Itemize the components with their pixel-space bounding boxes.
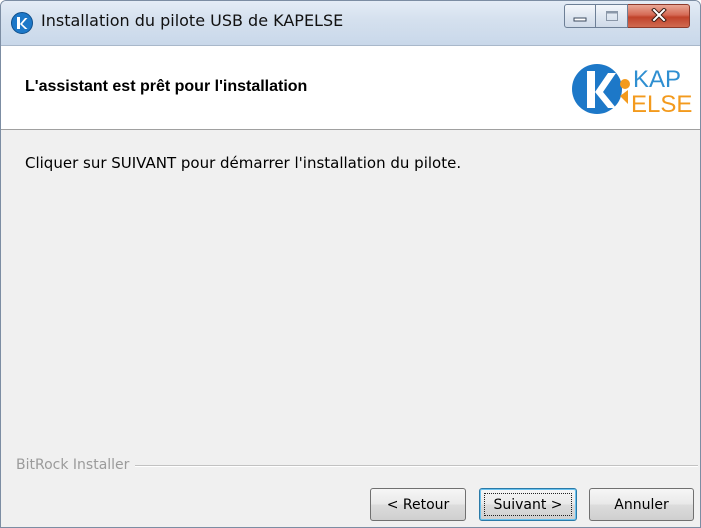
kapelse-app-icon — [11, 12, 33, 34]
window-title: Installation du pilote USB de KAPELSE — [41, 11, 344, 30]
maximize-icon — [605, 7, 619, 26]
wizard-header: L'assistant est prêt pour l'installation… — [1, 46, 700, 130]
title-bar[interactable]: Installation du pilote USB de KAPELSE — [1, 1, 700, 46]
next-button[interactable]: Suivant > — [479, 488, 577, 521]
kapelse-logo: KAP ELSE — [568, 56, 698, 122]
installer-separator: BitRock Installer — [16, 457, 698, 473]
logo-text-else: ELSE — [631, 91, 692, 118]
logo-text-kap: KAP — [633, 66, 681, 93]
maximize-button[interactable] — [596, 4, 628, 28]
minimize-button[interactable] — [564, 4, 596, 28]
close-button[interactable] — [628, 4, 690, 28]
focus-ring — [484, 493, 572, 516]
close-icon — [650, 6, 667, 26]
instruction-message: Cliquer sur SUIVANT pour démarrer l'inst… — [25, 154, 462, 172]
page-title: L'assistant est prêt pour l'installation — [25, 78, 308, 95]
installer-window: Installation du pilote USB de KAPELSE L'… — [0, 0, 701, 528]
installer-label: BitRock Installer — [16, 457, 136, 473]
minimize-icon — [573, 7, 587, 26]
cancel-button[interactable]: Annuler — [589, 488, 694, 521]
back-button[interactable]: < Retour — [370, 488, 466, 521]
